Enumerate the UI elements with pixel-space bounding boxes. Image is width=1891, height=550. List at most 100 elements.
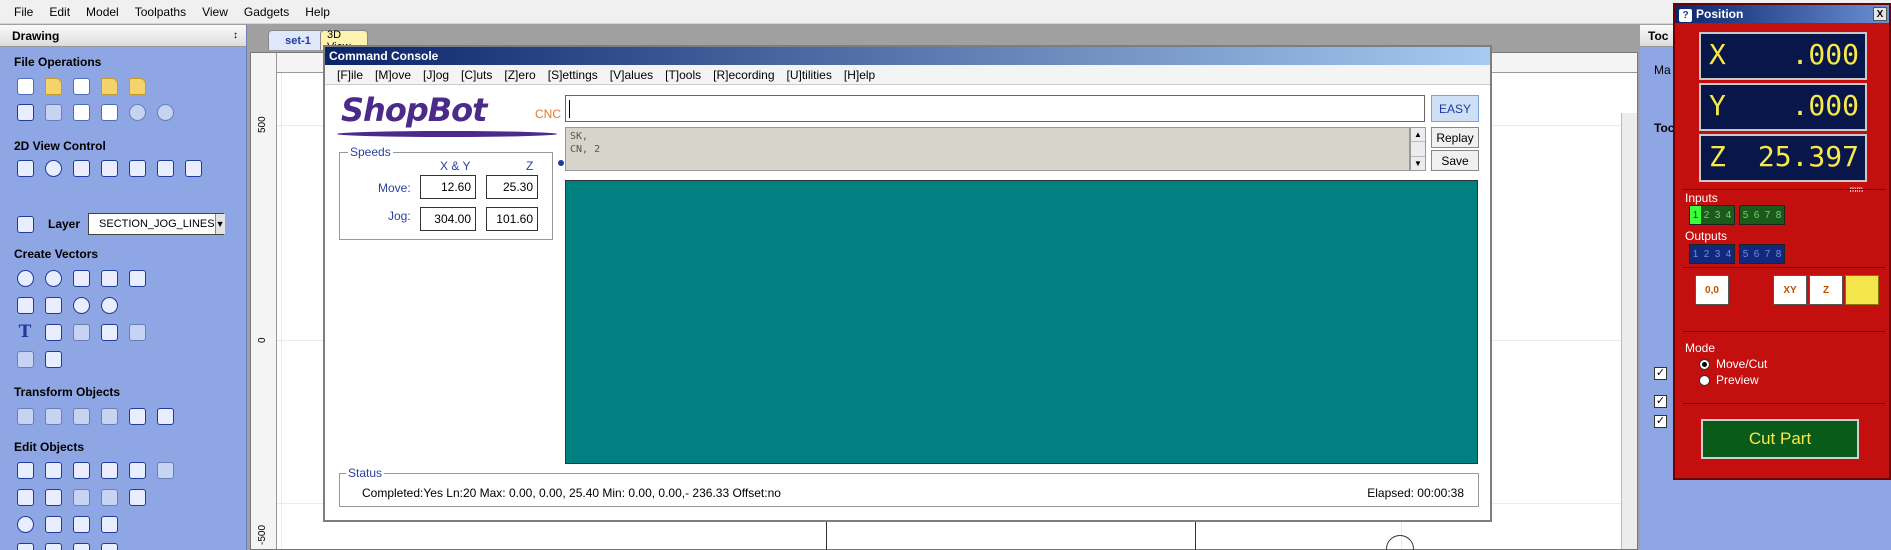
spiral-round-icon[interactable] [98, 294, 120, 316]
scroll-up-icon[interactable]: ▲ [1411, 128, 1425, 142]
menu-toolpaths[interactable]: Toolpaths [127, 0, 194, 24]
command-history[interactable]: SK, CN, 2 [565, 127, 1410, 171]
radio-move-cut[interactable] [1699, 358, 1710, 370]
circle-icon[interactable] [14, 267, 36, 289]
easy-button[interactable]: EASY [1431, 95, 1479, 122]
view-split-icon[interactable] [126, 157, 148, 179]
menu-help[interactable]: Help [297, 0, 338, 24]
console-menu-settings[interactable]: [S]ettings [542, 68, 604, 82]
mode-move-cut-option[interactable]: Move/Cut [1699, 357, 1767, 371]
console-menu-zero[interactable]: [Z]ero [498, 68, 541, 82]
zoom-selection-icon[interactable] [98, 157, 120, 179]
console-menu-file[interactable]: [F]ile [331, 68, 369, 82]
dimension-text-icon[interactable] [98, 321, 120, 343]
paste-icon[interactable] [98, 101, 120, 123]
console-menu-help[interactable]: [H]elp [838, 68, 881, 82]
subtract-icon[interactable] [42, 486, 64, 508]
close-vector-icon[interactable] [98, 513, 120, 535]
polygon-icon[interactable] [98, 267, 120, 289]
console-menu-utilities[interactable]: [U]tilities [781, 68, 838, 82]
scale-icon[interactable] [126, 405, 148, 427]
menu-edit[interactable]: Edit [41, 0, 78, 24]
trim-icon[interactable] [126, 486, 148, 508]
intersect-icon[interactable] [70, 486, 92, 508]
help-icon[interactable]: ? [1679, 8, 1692, 22]
command-input[interactable] [565, 95, 1425, 122]
move-xy-speed-field[interactable]: 12.60 [420, 175, 476, 199]
zoom-icon[interactable] [42, 157, 64, 179]
spiral-icon[interactable] [70, 294, 92, 316]
curve-icon[interactable] [42, 294, 64, 316]
weld-icon[interactable] [14, 486, 36, 508]
select-icon[interactable] [14, 459, 36, 481]
move-icon[interactable] [14, 405, 36, 427]
node-edit-icon[interactable] [42, 459, 64, 481]
menu-gadgets[interactable]: Gadgets [236, 0, 297, 24]
scroll-down-icon[interactable]: ▼ [1411, 156, 1425, 170]
text-icon[interactable]: T [14, 321, 36, 343]
star-icon[interactable] [126, 267, 148, 289]
group-icon[interactable] [98, 459, 120, 481]
measure-icon[interactable] [42, 348, 64, 370]
cut-part-button[interactable]: Cut Part [1701, 419, 1859, 459]
history-scrollbar[interactable]: ▲ ▼ [1410, 127, 1426, 171]
replay-button[interactable]: Replay [1431, 127, 1479, 148]
transform-select-icon[interactable] [70, 459, 92, 481]
cad-vector-circle[interactable] [1386, 535, 1414, 550]
fillet-icon[interactable] [14, 540, 36, 550]
toolpath-checkbox[interactable]: ✓ [1654, 367, 1667, 380]
keypad-icon[interactable] [1845, 275, 1879, 305]
close-icon[interactable]: X [1873, 7, 1887, 21]
console-menu-cuts[interactable]: [C]uts [455, 68, 498, 82]
z-axis-readout[interactable]: Z 25.397 mm [1699, 134, 1867, 194]
ellipse-icon[interactable] [42, 267, 64, 289]
offset-icon[interactable] [98, 486, 120, 508]
pin-icon[interactable]: ↕ [233, 30, 238, 41]
bracket-icon[interactable] [70, 540, 92, 550]
abc-icon[interactable] [126, 321, 148, 343]
command-console-title[interactable]: Command Console [325, 47, 1490, 65]
redo-icon[interactable] [154, 101, 176, 123]
import-vectors-icon[interactable] [98, 75, 120, 97]
toolpath-checkbox[interactable]: ✓ [1654, 395, 1667, 408]
cad-vector-shape[interactable] [826, 521, 1196, 550]
move-z-speed-field[interactable]: 25.30 [486, 175, 538, 199]
menu-file[interactable]: File [6, 0, 41, 24]
import-bitmap-icon[interactable] [126, 75, 148, 97]
open-file-icon[interactable] [42, 75, 64, 97]
console-menu-tools[interactable]: [T]ools [659, 68, 707, 82]
radio-preview[interactable] [1699, 374, 1710, 386]
undo-icon[interactable] [126, 101, 148, 123]
zero-axes-button[interactable]: 0,0 [1695, 275, 1729, 305]
position-title-bar[interactable]: ? Position X [1675, 5, 1889, 23]
jog-z-speed-field[interactable]: 101.60 [486, 207, 538, 231]
console-menu-values[interactable]: [V]alues [604, 68, 659, 82]
text-frame-icon[interactable] [42, 321, 64, 343]
zero-z-button[interactable]: Z [1809, 275, 1843, 305]
rectangle-icon[interactable] [70, 267, 92, 289]
arc-icon[interactable] [14, 513, 36, 535]
menu-model[interactable]: Model [78, 0, 127, 24]
console-menu-move[interactable]: [M]ove [369, 68, 417, 82]
join-icon[interactable] [42, 513, 64, 535]
save-button[interactable]: Save [1431, 150, 1479, 171]
pan-icon[interactable] [14, 157, 36, 179]
view-toggle-icon[interactable] [182, 157, 204, 179]
menu-view[interactable]: View [194, 0, 236, 24]
console-menu-jog[interactable]: [J]og [417, 68, 455, 82]
save-file-icon[interactable] [70, 75, 92, 97]
zoom-all-icon[interactable] [70, 157, 92, 179]
tab-set-1[interactable]: set-1 [268, 30, 328, 50]
zero-xy-button[interactable]: XY [1773, 275, 1807, 305]
cut-icon[interactable] [42, 101, 64, 123]
jog-xy-speed-field[interactable]: 304.00 [420, 207, 476, 231]
console-menu-recording[interactable]: [R]ecording [707, 68, 780, 82]
copy-icon[interactable] [70, 101, 92, 123]
view-grid-icon[interactable] [154, 157, 176, 179]
ungroup-icon[interactable] [126, 459, 148, 481]
text-on-curve-icon[interactable] [70, 321, 92, 343]
align-icon[interactable] [70, 405, 92, 427]
cut-arc-icon[interactable] [98, 540, 120, 550]
smooth-icon[interactable] [70, 513, 92, 535]
polyline-icon[interactable] [14, 294, 36, 316]
